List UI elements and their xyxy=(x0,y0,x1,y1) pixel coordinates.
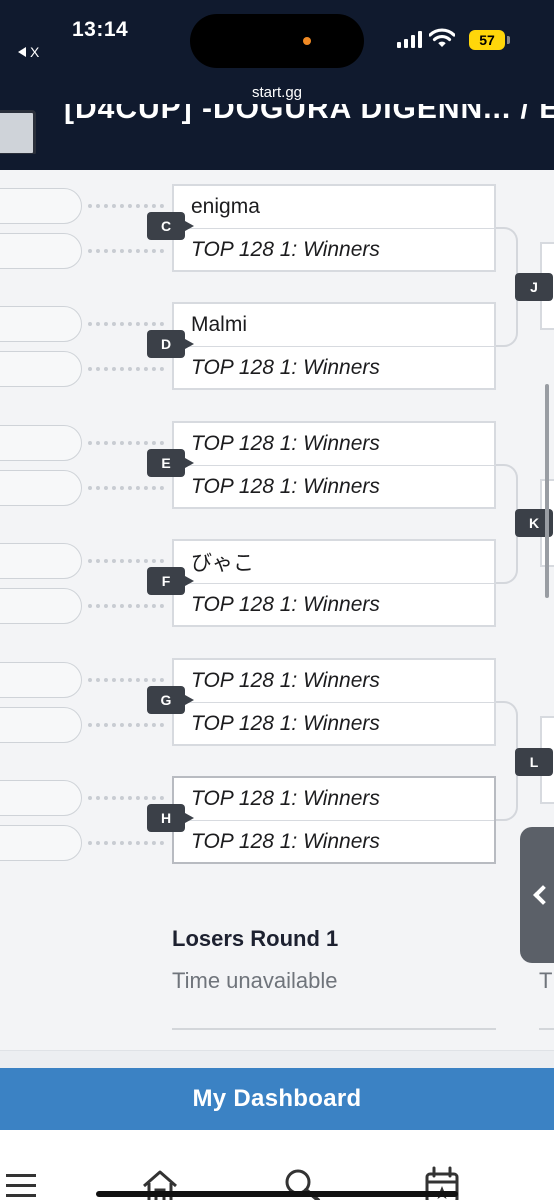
set-top-entrant[interactable]: enigma xyxy=(174,186,494,228)
set-bottom-entrant[interactable]: TOP 128 1: Winners xyxy=(174,465,494,507)
bracket-slot-left[interactable] xyxy=(0,425,82,461)
tournament-logo[interactable] xyxy=(0,110,36,154)
set-bottom-entrant[interactable]: TOP 128 1: Winners xyxy=(174,583,494,625)
dynamic-island xyxy=(190,14,364,68)
set-badge-d: D xyxy=(147,330,194,358)
bracket-set-c[interactable]: enigma TOP 128 1: Winners xyxy=(172,184,496,272)
wifi-icon xyxy=(429,28,455,47)
bottom-nav xyxy=(0,1130,554,1200)
set-bottom-entrant[interactable]: TOP 128 1: Winners xyxy=(174,820,494,862)
dotted-connector xyxy=(88,486,164,490)
dotted-connector xyxy=(88,841,164,845)
browser-url[interactable]: start.gg xyxy=(0,84,554,101)
battery-tip xyxy=(507,36,510,44)
dotted-connector xyxy=(88,559,164,563)
set-badge-e: E xyxy=(147,449,194,477)
set-badge-f: F xyxy=(147,567,194,595)
expand-panel-button[interactable] xyxy=(520,827,554,963)
set-badge-j: J xyxy=(515,273,553,301)
bracket-slot-left[interactable] xyxy=(0,825,82,861)
chevron-left-icon xyxy=(533,885,553,905)
bracket-slot-left[interactable] xyxy=(0,662,82,698)
dotted-connector xyxy=(88,678,164,682)
bracket-slot-left[interactable] xyxy=(0,188,82,224)
battery-indicator: 57 xyxy=(469,30,505,50)
dotted-connector xyxy=(88,796,164,800)
set-badge-g: G xyxy=(147,686,194,714)
dotted-connector xyxy=(88,367,164,371)
home-indicator xyxy=(96,1191,458,1197)
section-separator xyxy=(0,1050,554,1068)
vertical-scrollbar[interactable] xyxy=(545,384,549,598)
event-title[interactable]: [D4CUP] -DOGURA DIGENN... / EVO xyxy=(64,104,554,126)
back-arrow-icon xyxy=(18,47,26,57)
set-top-entrant[interactable]: TOP 128 1: Winners xyxy=(174,660,494,702)
round-divider xyxy=(539,1028,554,1030)
dotted-connector xyxy=(88,441,164,445)
bracket-slot-left[interactable] xyxy=(0,543,82,579)
set-top-entrant[interactable]: TOP 128 1: Winners xyxy=(174,423,494,465)
bracket-set-g[interactable]: TOP 128 1: Winners TOP 128 1: Winners xyxy=(172,658,496,746)
round-divider xyxy=(172,1028,496,1030)
cellular-signal-icon xyxy=(397,30,422,48)
bracket-set-e[interactable]: TOP 128 1: Winners TOP 128 1: Winners xyxy=(172,421,496,509)
dotted-connector xyxy=(88,604,164,608)
bracket-slot-left[interactable] xyxy=(0,707,82,743)
dotted-connector xyxy=(88,723,164,727)
set-bottom-entrant[interactable]: TOP 128 1: Winners xyxy=(174,702,494,744)
set-bottom-entrant[interactable]: TOP 128 1: Winners xyxy=(174,346,494,388)
bracket-set-h[interactable]: TOP 128 1: Winners TOP 128 1: Winners xyxy=(172,776,496,864)
set-top-entrant[interactable]: TOP 128 1: Winners xyxy=(174,778,494,820)
menu-icon[interactable] xyxy=(6,1174,36,1200)
status-time: 13:14 xyxy=(72,18,129,41)
bracket-slot-left[interactable] xyxy=(0,351,82,387)
top-bar: 13:14 X 57 start.gg [D4CUP] -DOGURA DIGE… xyxy=(0,0,554,170)
bracket-slot-left[interactable] xyxy=(0,780,82,816)
set-badge-c: C xyxy=(147,212,194,240)
dotted-connector xyxy=(88,249,164,253)
set-top-entrant[interactable]: びゃこ xyxy=(174,541,494,583)
set-bottom-entrant[interactable]: TOP 128 1: Winners xyxy=(174,228,494,270)
back-to-app-button[interactable]: X xyxy=(18,44,39,60)
bracket-set-f[interactable]: びゃこ TOP 128 1: Winners xyxy=(172,539,496,627)
round-title: Losers Round 1 xyxy=(172,926,339,951)
set-badge-h: H xyxy=(147,804,194,832)
dotted-connector xyxy=(88,322,164,326)
back-app-label: X xyxy=(30,44,40,60)
bracket-slot-left[interactable] xyxy=(0,306,82,342)
round-time: Time unavailable xyxy=(172,968,338,993)
bracket-view[interactable]: enigma TOP 128 1: Winners Malmi TOP 128 … xyxy=(0,170,554,1050)
set-top-entrant[interactable]: Malmi xyxy=(174,304,494,346)
event-title-strip: [D4CUP] -DOGURA DIGENN... / EVO xyxy=(0,104,554,154)
dotted-connector xyxy=(88,204,164,208)
bracket-slot-left[interactable] xyxy=(0,470,82,506)
set-badge-l: L xyxy=(515,748,553,776)
next-round-time: T xyxy=(539,968,553,993)
bracket-slot-left[interactable] xyxy=(0,233,82,269)
privacy-indicator-dot xyxy=(303,37,311,45)
bracket-set-d[interactable]: Malmi TOP 128 1: Winners xyxy=(172,302,496,390)
bracket-slot-left[interactable] xyxy=(0,588,82,624)
my-dashboard-button[interactable]: My Dashboard xyxy=(0,1068,554,1130)
